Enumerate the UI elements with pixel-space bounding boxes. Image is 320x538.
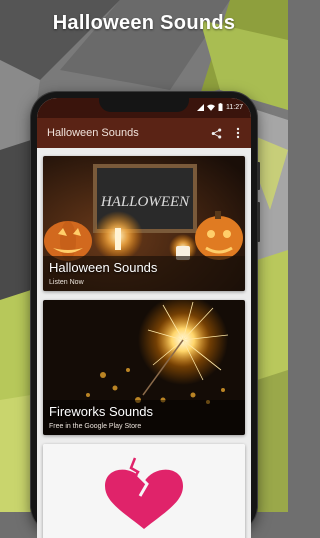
status-time: 11:27 [226, 103, 243, 111]
promo-title: Halloween Sounds [52, 12, 236, 34]
signal-icon [197, 103, 204, 111]
chalkboard-text: HALLOWEEN [100, 194, 190, 210]
camera-notch [99, 98, 189, 112]
volume-button [257, 162, 260, 190]
status-bar: 11:27 [37, 98, 251, 118]
app-bar-title: Halloween Sounds [47, 127, 139, 139]
power-button [257, 202, 260, 242]
card-subtitle: Free in the Google Play Store [49, 423, 142, 430]
fireworks-sounds-card[interactable]: Fireworks Sounds Free in the Google Play… [43, 300, 245, 435]
battery-icon [218, 103, 223, 111]
broken-heart-image [43, 444, 245, 538]
more-vert-icon [236, 127, 240, 139]
app-bar: Halloween Sounds [37, 118, 251, 148]
share-button[interactable] [205, 122, 227, 144]
wifi-icon [207, 104, 215, 111]
phone-frame: 11:27 Halloween Sounds HALLOWEEN Hallowe… [31, 92, 260, 538]
share-icon [211, 127, 221, 139]
phone-screen: 11:27 Halloween Sounds HALLOWEEN Hallowe… [37, 98, 251, 538]
card-title: Halloween Sounds [49, 260, 158, 275]
card-subtitle: Listen Now [49, 279, 84, 286]
more-options-button[interactable] [227, 122, 249, 144]
sound-card-partial[interactable] [43, 444, 245, 538]
halloween-sounds-card[interactable]: HALLOWEEN Halloween Sounds Listen Now [43, 156, 245, 291]
card-title: Fireworks Sounds [49, 404, 154, 419]
sound-list: HALLOWEEN Halloween Sounds Listen Now Fi… [37, 148, 251, 538]
